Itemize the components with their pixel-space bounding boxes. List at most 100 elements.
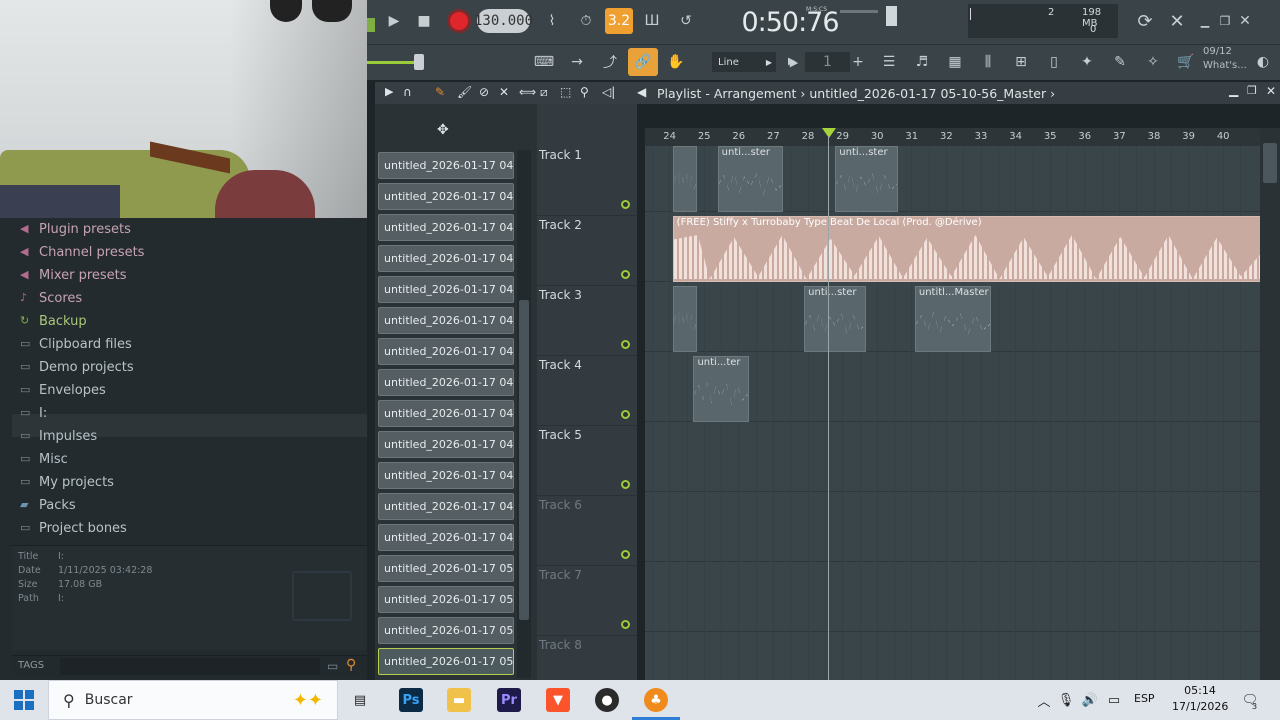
browser-icon[interactable]: ⊞ [1006,48,1036,76]
play-button[interactable]: ▶ [379,7,409,35]
playlist-scrollbar[interactable] [1260,128,1280,680]
close-icon[interactable]: ✕ [1230,7,1260,35]
playlist-close-icon[interactable]: ✕ [1266,84,1276,98]
browser-item[interactable]: ▭ Envelopes [20,379,106,401]
browser-item[interactable]: ▭ I: [20,402,47,424]
browser-item[interactable]: ♪ Scores [20,287,82,309]
track-lane[interactable] [645,562,1260,632]
tags-input[interactable] [60,658,320,675]
project-icon[interactable]: ▯ [1039,48,1069,76]
track-header[interactable]: Track 5 [537,426,637,496]
playlist-clip[interactable]: unti...ter [693,356,749,422]
track-lane[interactable] [645,422,1260,492]
expand-icon[interactable]: ▶ [385,85,393,98]
clip-picker-item[interactable]: untitled_2026-01-17 04-... [378,152,514,179]
plugin-icon[interactable]: ✦ [1072,48,1102,76]
clip-picker-item[interactable]: untitled_2026-01-17 04-... [378,400,514,427]
arrangement-grid[interactable]: unti...ster unti...ster (FREE) Stiffy x Tu… [645,146,1260,680]
zoom-icon[interactable]: ⚲ [580,85,589,99]
track-enable-icon[interactable] [621,340,630,349]
master-volume-track[interactable] [840,10,878,13]
delete-icon[interactable]: ⊘ [479,85,489,99]
picker-pattern-icon[interactable]: ✥ [437,122,449,138]
clip-picker-item[interactable]: untitled_2026-01-17 05-... [378,617,514,644]
browser-item[interactable]: ▭ Misc [20,448,68,470]
clip-picker-item[interactable]: untitled_2026-01-17 04-... [378,524,514,551]
network-icon[interactable]: ▭ [1102,688,1126,712]
browser-item[interactable]: ▭ Project bones [20,517,127,539]
clip-picker-item[interactable]: untitled_2026-01-17 05-... [378,648,514,675]
playlist-clip[interactable]: unti...ster [835,146,898,212]
clip-picker-item[interactable]: untitled_2026-01-17 04-... [378,307,514,334]
clip-picker-item[interactable]: untitled_2026-01-17 04-... [378,214,514,241]
arrangement-icon[interactable]: ◀ [637,85,646,99]
piano-roll-icon[interactable]: ♬ [907,48,937,76]
pattern-prev-icon[interactable]: ▶ [788,56,796,67]
paint-icon[interactable]: 🖌 [457,85,472,99]
mute-icon[interactable]: ✕ [499,85,509,99]
clip-picker-item[interactable]: untitled_2026-01-17 04-... [378,338,514,365]
track-header[interactable]: Track 6 [537,496,637,566]
link-icon[interactable]: 🔗 [628,48,658,76]
picker-scrollbar[interactable] [517,150,531,678]
browser-item[interactable]: ▰ Packs [20,494,76,516]
typing-keyboard-icon[interactable]: ⌨ [529,48,559,76]
loop-record-icon[interactable]: ↺ [671,7,701,35]
channel-rack-icon[interactable]: ▦ [940,48,970,76]
refresh-icon[interactable]: ⟳ [1130,7,1160,35]
playlist-clip[interactable]: unti...ster [717,146,784,212]
track-enable-icon[interactable] [621,200,630,209]
track-lane[interactable] [645,632,1260,680]
magnet-icon[interactable]: ∩ [403,85,412,99]
track-header[interactable]: Track 7 [537,566,637,636]
snap-selector[interactable]: Line ▶ [712,52,776,72]
hand-icon[interactable]: ✋ [661,48,691,76]
tray-chevron-icon[interactable]: ︿ [1032,688,1056,712]
language-indicator[interactable]: ESP [1134,692,1155,705]
mixer-icon[interactable]: ⫼ [973,48,1003,76]
track-header[interactable]: Track 2 [537,216,637,286]
windows-start-icon[interactable] [14,690,34,710]
volume-icon[interactable]: 🔊 [1078,688,1102,712]
brave-icon[interactable]: ▼ [546,688,570,712]
track-header[interactable]: Track 4 [537,356,637,426]
picker-scroll-thumb[interactable] [519,300,529,620]
step-edit-icon[interactable]: Ш [637,7,667,35]
playhead-marker[interactable] [822,128,836,138]
browser-item[interactable]: ▭ Clipboard files [20,333,132,355]
master-volume-knob[interactable] [886,6,897,26]
countdown-icon[interactable]: 3.2 [605,8,633,34]
pat-song-indicator[interactable] [367,18,375,32]
notifications-icon[interactable]: 🗨 [1238,688,1262,712]
multilink-icon[interactable]: ✕ [1162,7,1192,35]
record-button[interactable] [447,9,471,33]
clip-picker-item[interactable]: untitled_2026-01-17 05-... [378,555,514,582]
search-icon[interactable]: ⚲ [346,657,356,673]
playlist-icon[interactable]: ☰ [874,48,904,76]
browser-item[interactable]: ↻ Backup [20,310,87,332]
browser-item[interactable]: ◀ Plugin presets [20,218,131,240]
playlist-clip[interactable]: untitl...Master [914,286,991,352]
metronome-icon[interactable]: ⌇ [537,7,567,35]
track-header[interactable]: Track 1 [537,146,637,216]
track-enable-icon[interactable] [621,550,630,559]
arrow-right-icon[interactable]: → [562,48,592,76]
browser-item[interactable]: ▭ My projects [20,471,114,493]
main-pitch-knob[interactable] [414,54,424,70]
taskbar-clock[interactable]: 05:14 17/1/2026 [1172,683,1228,715]
clip-picker-item[interactable]: untitled_2026-01-17 04-... [378,183,514,210]
wand-icon[interactable]: ✧ [1138,48,1168,76]
playlist-clip[interactable] [672,286,697,352]
clip-picker-item[interactable]: untitled_2026-01-17 04-... [378,369,514,396]
track-lane[interactable] [645,492,1260,562]
file-explorer-icon[interactable]: ▬ [447,688,471,712]
taskbar-search[interactable]: ⚲ Buscar ✦✦ [48,680,338,720]
playlist-clip[interactable]: (FREE) Stiffy x Turrobaby Type Beat De L… [672,216,1260,282]
select-icon[interactable]: ⬚ [560,85,571,99]
playlist-clip[interactable]: unti...ster [804,286,867,352]
slice-icon[interactable]: ⧄ [540,85,548,100]
clip-picker-item[interactable]: untitled_2026-01-17 04-... [378,493,514,520]
clip-picker-item[interactable]: untitled_2026-01-17 04-... [378,245,514,272]
stop-button[interactable]: ■ [409,7,439,35]
track-enable-icon[interactable] [621,410,630,419]
